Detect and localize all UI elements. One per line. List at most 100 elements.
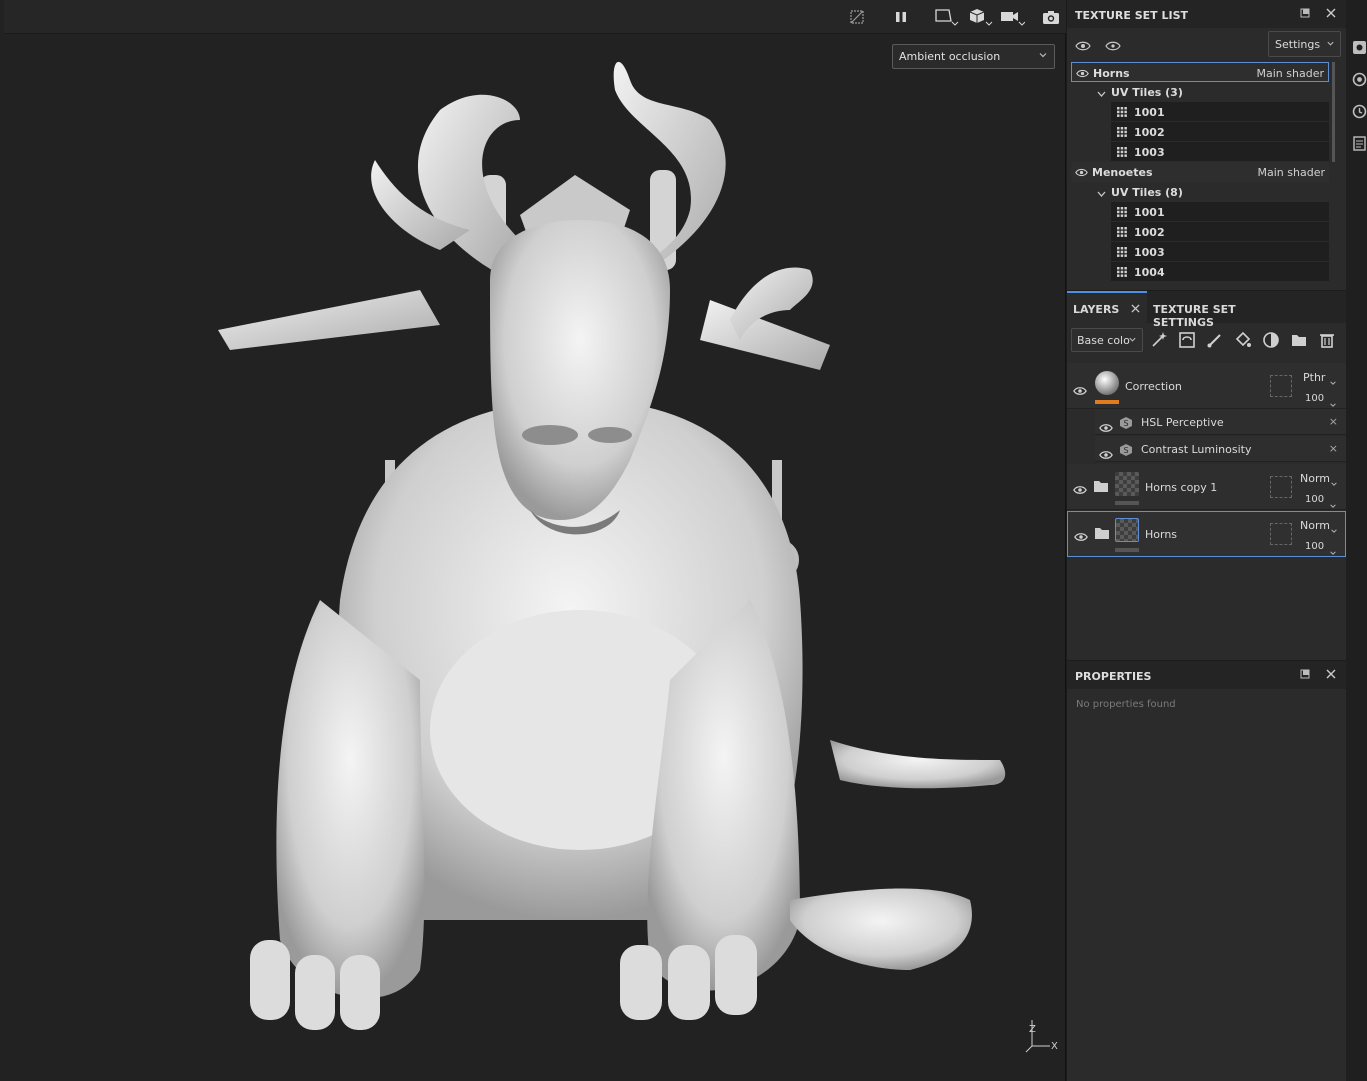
uv-tile-item[interactable]: 1002: [1111, 222, 1329, 242]
smart-material-icon[interactable]: [1262, 331, 1280, 349]
chevron-down-icon[interactable]: [1330, 473, 1338, 492]
texture-set-horns[interactable]: Horns Main shader: [1071, 62, 1329, 82]
screenshot-icon[interactable]: [1040, 6, 1062, 28]
log-icon[interactable]: [1352, 136, 1367, 151]
add-effect-icon[interactable]: [1150, 331, 1168, 349]
properties-header: PROPERTIES: [1067, 661, 1346, 689]
chevron-down-icon[interactable]: [1330, 520, 1338, 539]
chevron-down-icon: [1038, 50, 1048, 63]
blend-mode[interactable]: Norm: [1300, 519, 1330, 532]
chevron-down-icon[interactable]: [1329, 372, 1337, 391]
layer-name: Horns copy 1: [1145, 481, 1218, 494]
uv-tile-item[interactable]: 1002: [1111, 122, 1329, 142]
eye-icon[interactable]: [1074, 527, 1088, 546]
eye-icon[interactable]: [1105, 37, 1121, 56]
cube-icon[interactable]: [966, 6, 994, 28]
uv-tile-item[interactable]: 1001: [1111, 102, 1329, 122]
close-icon[interactable]: ×: [1329, 442, 1338, 455]
uv-tiles-group[interactable]: UV Tiles (3): [1071, 82, 1329, 102]
channel-dropdown[interactable]: Base colo: [1071, 328, 1143, 352]
svg-text:S: S: [1124, 446, 1129, 455]
texture-set-menoetes[interactable]: Menoetes Main shader: [1071, 162, 1329, 182]
uv-tile-item[interactable]: 1001: [1111, 202, 1329, 222]
history-icon[interactable]: [1352, 104, 1367, 119]
pause-icon[interactable]: [890, 6, 912, 28]
eye-icon[interactable]: [1099, 445, 1113, 464]
chevron-down-icon[interactable]: [1097, 188, 1106, 201]
close-icon[interactable]: [1326, 8, 1336, 21]
layer-horns-copy-1[interactable]: Horns copy 1 Norm 100: [1067, 464, 1346, 510]
layer-opacity[interactable]: 100: [1305, 494, 1324, 505]
display-settings-icon[interactable]: [1352, 72, 1367, 87]
layers-tab-bar: LAYERS TEXTURE SET SETTINGS: [1067, 291, 1346, 329]
texture-set-list-panel: TEXTURE SET LIST Settings Horns Main sha…: [1067, 0, 1346, 288]
layer-name: Horns: [1145, 528, 1178, 541]
uv-tile-name: 1001: [1134, 106, 1165, 119]
fill-icon[interactable]: [1234, 331, 1252, 349]
folder-icon[interactable]: [1290, 331, 1308, 349]
scrollbar[interactable]: [1332, 62, 1335, 162]
layers-panel: LAYERS TEXTURE SET SETTINGS Base colo Co…: [1067, 290, 1346, 657]
uv-tile-name: 1003: [1134, 146, 1165, 159]
layer-thumbnail: [1095, 371, 1119, 395]
tab-layers[interactable]: LAYERS: [1067, 291, 1147, 323]
layer-opacity[interactable]: 100: [1305, 393, 1324, 404]
mask-slot[interactable]: [1270, 476, 1292, 498]
layer-opacity[interactable]: 100: [1305, 541, 1324, 552]
filter-icon: S: [1119, 442, 1133, 461]
layer-correction[interactable]: Correction Pthr 100: [1067, 363, 1346, 409]
uv-tiles-group[interactable]: UV Tiles (8): [1071, 182, 1329, 202]
chevron-down-icon[interactable]: [1329, 542, 1337, 561]
mask-slot[interactable]: [1270, 375, 1292, 397]
effect-contrast-luminosity[interactable]: S Contrast Luminosity ×: [1095, 436, 1346, 462]
close-icon[interactable]: ×: [1329, 415, 1338, 428]
layer-color-swatch: [1115, 548, 1139, 552]
tab-texture-set-settings[interactable]: TEXTURE SET SETTINGS: [1147, 291, 1297, 329]
grid-icon: [1117, 107, 1127, 120]
effect-hsl-perceptive[interactable]: S HSL Perceptive ×: [1095, 409, 1346, 435]
grid-icon: [1117, 127, 1127, 140]
layer-color-swatch: [1115, 501, 1139, 505]
undock-icon[interactable]: [1300, 669, 1310, 682]
uv-tile-item[interactable]: 1003: [1111, 242, 1329, 262]
eye-icon[interactable]: [1075, 167, 1088, 180]
layer-horns[interactable]: Horns Norm 100: [1067, 511, 1346, 557]
uv-tile-item[interactable]: 1004: [1111, 262, 1329, 282]
blend-mode[interactable]: Pthr: [1303, 371, 1325, 384]
eye-icon[interactable]: [1073, 480, 1087, 499]
chevron-down-icon[interactable]: [1097, 88, 1106, 101]
close-icon[interactable]: [1326, 669, 1336, 682]
brush-icon[interactable]: [1206, 331, 1224, 349]
uv-tile-name: 1003: [1134, 246, 1165, 259]
uv-tile-name: 1002: [1134, 226, 1165, 239]
layer-color-swatch: [1095, 400, 1119, 404]
settings-icon[interactable]: [1352, 40, 1367, 55]
eye-icon[interactable]: [1073, 381, 1087, 400]
axis-gizmo: Z X: [1022, 1012, 1062, 1060]
trash-icon[interactable]: [1318, 331, 1336, 349]
close-icon[interactable]: [1131, 303, 1140, 316]
app-window: Ambient occlusion Z X TEXTURE SET LIST S…: [0, 0, 1367, 1081]
channel-value: Base colo: [1077, 334, 1130, 347]
eye-icon[interactable]: [1099, 418, 1113, 437]
texture-set-tree: Horns Main shader UV Tiles (3) 1001 1002: [1071, 62, 1329, 282]
undock-icon[interactable]: [1300, 8, 1310, 21]
camera-video-icon[interactable]: [998, 6, 1026, 28]
3d-viewport[interactable]: Ambient occlusion Z X: [0, 0, 1066, 1081]
texture-set-list-header: TEXTURE SET LIST: [1067, 0, 1346, 28]
eye-settings-icon[interactable]: [1075, 37, 1091, 56]
mask-slot[interactable]: [1270, 523, 1292, 545]
shader-name[interactable]: Main shader: [1257, 67, 1324, 80]
frame-icon[interactable]: [932, 6, 960, 28]
texture-set-name: Horns: [1093, 67, 1130, 80]
settings-dropdown[interactable]: Settings: [1268, 31, 1341, 57]
uv-tile-item[interactable]: 1003: [1111, 142, 1329, 162]
add-mask-icon[interactable]: [1178, 331, 1196, 349]
shader-name[interactable]: Main shader: [1258, 166, 1325, 179]
blend-mode[interactable]: Norm: [1300, 472, 1330, 485]
axis-x-label: X: [1051, 1041, 1058, 1052]
layer-name: Correction: [1125, 380, 1182, 393]
hide-icon[interactable]: [846, 6, 868, 28]
eye-icon[interactable]: [1076, 68, 1089, 81]
grid-icon: [1117, 267, 1127, 280]
